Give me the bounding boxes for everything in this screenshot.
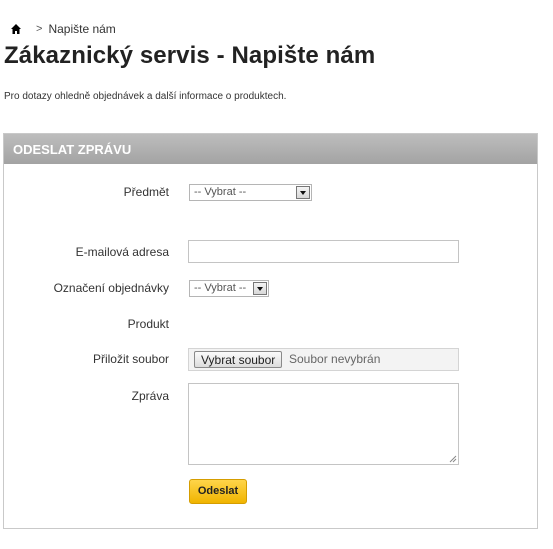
order-select[interactable]: -- Vybrat -- (189, 280, 269, 297)
email-field[interactable] (188, 240, 459, 263)
breadcrumb-current: Napište nám (48, 22, 116, 36)
message-textarea[interactable] (188, 383, 459, 465)
page-intro: Pro dotazy ohledně objednávek a další in… (4, 91, 287, 102)
choose-file-button[interactable]: Vybrat soubor (194, 351, 283, 368)
subject-label: Předmět (123, 185, 169, 199)
order-selected-value: -- Vybrat -- (194, 282, 247, 294)
order-label: Označení objednávky (53, 281, 169, 295)
product-label: Produkt (127, 317, 169, 331)
file-label: Přiložit soubor (92, 352, 169, 366)
chevron-down-icon (296, 186, 310, 199)
file-input: Vybrat soubor Soubor nevybrán (188, 348, 459, 371)
home-icon[interactable] (10, 23, 22, 35)
file-status: Soubor nevybrán (289, 352, 381, 366)
resize-handle-icon[interactable] (449, 455, 457, 463)
chevron-down-icon (253, 282, 267, 295)
form-header: ODESLAT ZPRÁVU (4, 134, 537, 164)
submit-button[interactable]: Odeslat (189, 479, 247, 504)
breadcrumb-separator: > (36, 23, 43, 35)
subject-selected-value: -- Vybrat -- (194, 186, 247, 198)
email-label: E-mailová adresa (75, 245, 169, 259)
page-title: Zákaznický servis - Napište nám (4, 42, 376, 69)
contact-form-panel: ODESLAT ZPRÁVU Předmět -- Vybrat -- E-ma… (3, 133, 538, 529)
message-label: Zpráva (131, 389, 169, 403)
subject-select[interactable]: -- Vybrat -- (189, 184, 312, 201)
breadcrumb: > Napište nám (10, 20, 116, 38)
